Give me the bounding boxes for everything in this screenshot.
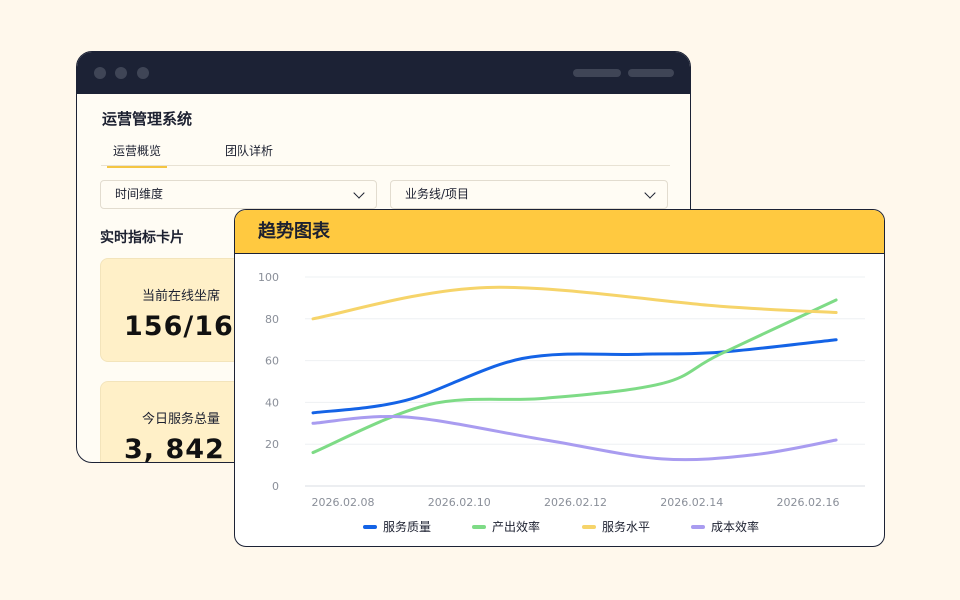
- y-tick-label: 100: [258, 271, 279, 284]
- legend-label: 服务水平: [602, 520, 651, 534]
- window-titlebar: [77, 52, 690, 94]
- window-minimize-dot[interactable]: [115, 67, 127, 79]
- legend-label: 成本效率: [711, 520, 760, 534]
- tab-team-detail[interactable]: 团队详析: [225, 142, 273, 159]
- chart-legend: 服务质量 产出效率 服务水平 成本效率: [235, 518, 884, 538]
- window-maximize-dot[interactable]: [137, 67, 149, 79]
- titlebar-placeholder-bar: [573, 69, 621, 77]
- series-line: [311, 415, 838, 462]
- legend-label: 产出效率: [492, 520, 541, 534]
- time-dimension-select[interactable]: 时间维度: [100, 180, 377, 209]
- legend-swatch: [363, 524, 377, 529]
- x-tick-label: 2026.02.10: [428, 496, 491, 509]
- trend-line-chart: 0 20 40 60 80 100 2026.02.08 2026.02.10 2026.02.…: [258, 271, 865, 509]
- legend-item[interactable]: 产出效率: [472, 518, 540, 535]
- y-tick-label: 20: [265, 438, 279, 451]
- x-tick-label: 2026.02.12: [544, 496, 607, 509]
- legend-label: 服务质量: [383, 520, 432, 534]
- tab-bar: 运营概览 团队详析: [101, 134, 670, 168]
- y-tick-label: 0: [272, 480, 279, 493]
- time-dimension-label: 时间维度: [115, 187, 164, 201]
- x-tick-label: 2026.02.16: [777, 496, 840, 509]
- section-title: 实时指标卡片: [100, 230, 184, 246]
- x-tick-label: 2026.02.14: [660, 496, 723, 509]
- titlebar-placeholder-bar: [628, 69, 674, 77]
- tab-overview[interactable]: 运营概览: [106, 142, 168, 168]
- trend-chart-card: 趋势图表 0 20 40 60 80 100 2026.02.08 2026.02.10 202…: [234, 209, 885, 547]
- chevron-down-icon: [644, 187, 656, 199]
- chevron-down-icon: [353, 187, 365, 199]
- legend-swatch: [691, 524, 705, 529]
- kpi-value: 3, 842: [124, 434, 225, 463]
- legend-item[interactable]: 服务质量: [363, 518, 431, 535]
- window-close-dot[interactable]: [94, 67, 106, 79]
- legend-swatch: [472, 524, 486, 529]
- business-line-label: 业务线/项目: [405, 187, 470, 201]
- series-line: [311, 285, 838, 321]
- business-line-select[interactable]: 业务线/项目: [390, 180, 668, 209]
- y-tick-label: 40: [265, 396, 279, 409]
- series-line: [311, 298, 838, 455]
- legend-item[interactable]: 成本效率: [691, 518, 759, 535]
- series-line: [311, 338, 838, 415]
- y-tick-label: 60: [265, 355, 279, 368]
- legend-swatch: [582, 524, 596, 529]
- legend-item[interactable]: 服务水平: [582, 518, 650, 535]
- y-tick-label: 80: [265, 313, 279, 326]
- x-tick-label: 2026.02.08: [312, 496, 375, 509]
- app-title: 运营管理系统: [102, 110, 193, 128]
